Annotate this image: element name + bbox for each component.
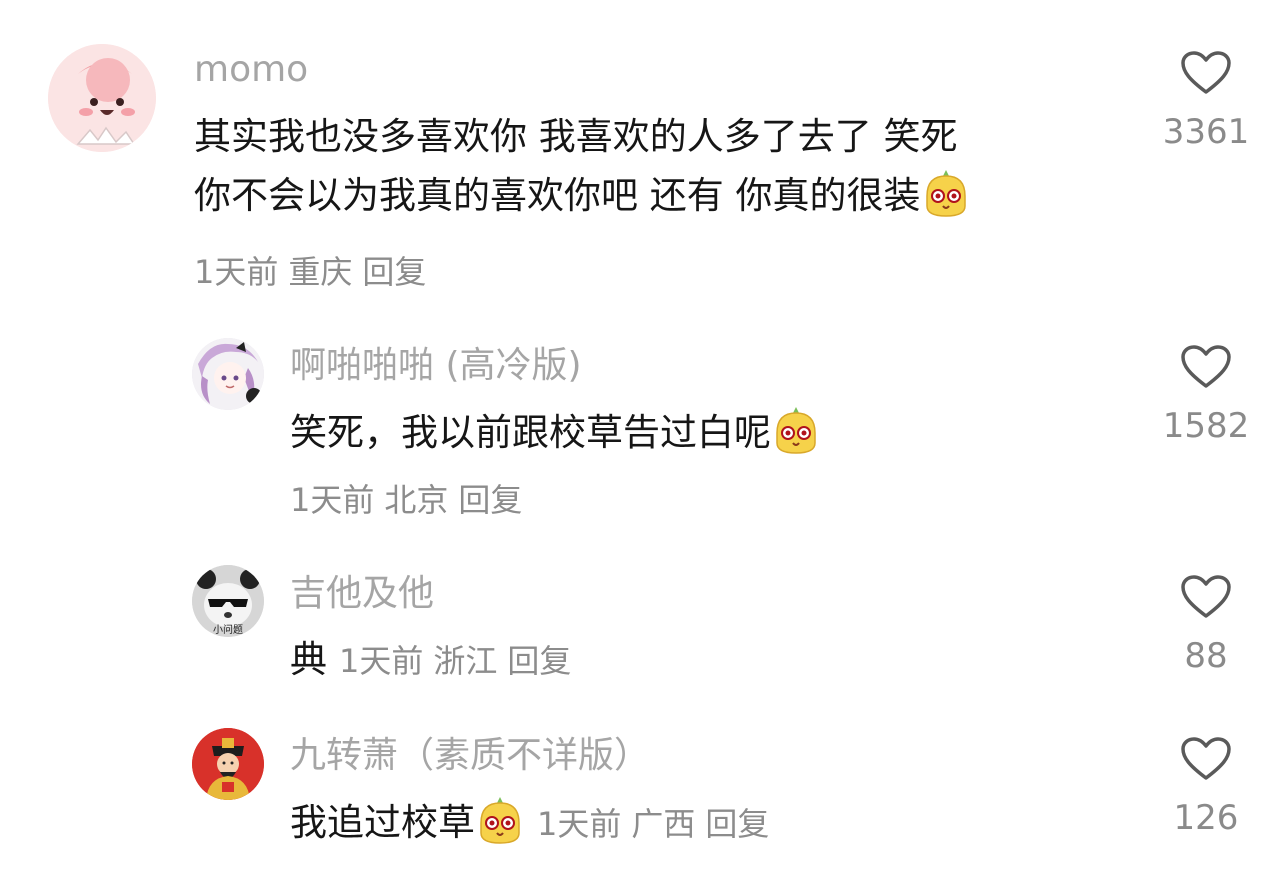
- reply-button[interactable]: 回复: [458, 481, 522, 519]
- like-button[interactable]: 126: [1156, 736, 1256, 840]
- comment-location: 重庆: [288, 253, 353, 291]
- heart-icon[interactable]: [1180, 344, 1232, 390]
- reply-meta: 1天前 浙江 回复: [339, 642, 581, 680]
- like-count: 126: [1173, 798, 1239, 838]
- reply-time: 1天前: [537, 805, 622, 843]
- svg-text:小问题: 小问题: [213, 623, 243, 636]
- reply-time: 1天前: [339, 642, 424, 680]
- heart-icon[interactable]: [1180, 736, 1232, 782]
- reply-button[interactable]: 回复: [362, 253, 426, 291]
- reply-username[interactable]: 九转萧（素质不详版）: [290, 734, 650, 778]
- reply-text: 典 1天前 浙江 回复: [290, 631, 581, 690]
- avatar[interactable]: [48, 44, 156, 152]
- reply-meta: 1天前 广西 回复: [537, 805, 779, 843]
- like-count: 3361: [1162, 112, 1250, 152]
- reply-time: 1天前: [290, 481, 375, 519]
- like-button[interactable]: 1582: [1156, 344, 1256, 448]
- reply-button[interactable]: 回复: [507, 642, 571, 680]
- reply-username[interactable]: 吉他及他: [290, 572, 434, 616]
- comment-username[interactable]: momo: [194, 48, 308, 92]
- smirk-bun-emoji: [771, 403, 821, 457]
- reply-location: 北京: [384, 481, 449, 519]
- heart-icon[interactable]: [1180, 574, 1232, 620]
- reply-location: 广西: [631, 805, 696, 843]
- avatar[interactable]: 小问题: [192, 565, 264, 637]
- reply-meta: 1天前 北京 回复: [290, 480, 532, 520]
- smirk-bun-emoji: [475, 793, 525, 847]
- reply-button[interactable]: 回复: [705, 805, 769, 843]
- like-count: 88: [1184, 636, 1228, 676]
- comment-time: 1天前: [194, 253, 279, 291]
- comment-text-line: 其实我也没多喜欢你 我喜欢的人多了去了 笑死: [194, 115, 958, 158]
- like-count: 1582: [1162, 406, 1250, 446]
- reply-username[interactable]: 啊啪啪啪 (高冷版): [290, 344, 582, 388]
- like-button[interactable]: 3361: [1156, 50, 1256, 154]
- comment-text: 其实我也没多喜欢你 我喜欢的人多了去了 笑死 你不会以为我真的喜欢你吧 还有 你…: [194, 108, 971, 225]
- smirk-bun-emoji: [921, 166, 971, 220]
- like-button[interactable]: 88: [1156, 574, 1256, 678]
- reply-text: 笑死，我以前跟校草告过白呢: [290, 403, 821, 462]
- reply-location: 浙江: [433, 642, 498, 680]
- heart-icon[interactable]: [1180, 50, 1232, 96]
- avatar[interactable]: [192, 338, 264, 410]
- reply-text: 我追过校草 1天前 广西 回复: [290, 793, 779, 853]
- avatar[interactable]: [192, 728, 264, 800]
- comment-meta: 1天前 重庆 回复: [194, 252, 436, 292]
- comment-text-line: 你不会以为我真的喜欢你吧 还有 你真的很装: [194, 166, 971, 225]
